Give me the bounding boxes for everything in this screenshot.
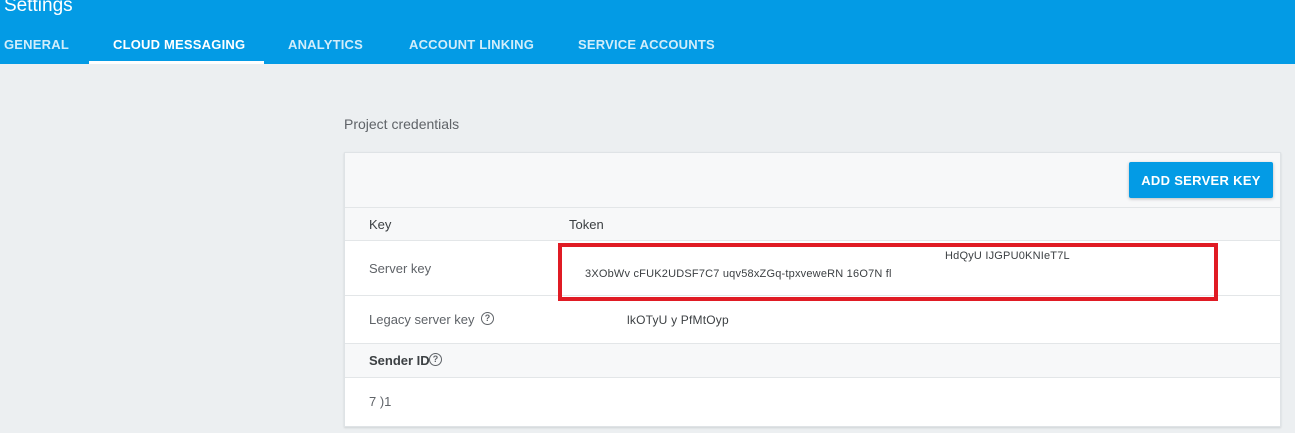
sender-id-header-row: Sender ID ?	[345, 344, 1280, 378]
server-key-token-line-1[interactable]: HdQyU IJGPU0KNIeT7L	[945, 250, 1070, 262]
tab-general[interactable]: GENERAL	[4, 35, 69, 64]
column-header-key: Key	[369, 217, 392, 232]
active-tab-indicator	[89, 61, 264, 64]
tab-service-accounts[interactable]: SERVICE ACCOUNTS	[578, 35, 715, 64]
table-row-server-key: Server key HdQyU IJGPU0KNIeT7L 3XObWv cF…	[345, 241, 1280, 296]
legacy-server-key-label: Legacy server key	[369, 312, 475, 327]
sender-id-label: Sender ID	[369, 353, 430, 368]
tab-account-linking[interactable]: ACCOUNT LINKING	[409, 35, 534, 64]
page-title: Settings	[4, 0, 73, 16]
add-server-key-button[interactable]: ADD SERVER KEY	[1129, 162, 1273, 198]
help-circle-icon[interactable]: ?	[481, 312, 494, 325]
sender-id-value-row: 7 )1	[345, 378, 1280, 426]
table-row-legacy-server-key: Legacy server key ? lkOTyU y PfMtOyp	[345, 296, 1280, 344]
server-key-token-line-2[interactable]: 3XObWv cFUK2UDSF7C7 uqv58xZGq-tpxveweRN …	[585, 268, 892, 280]
sender-id-value[interactable]: 7 )1	[369, 394, 391, 409]
help-circle-icon[interactable]: ?	[429, 353, 442, 366]
tab-cloud-messaging[interactable]: CLOUD MESSAGING	[113, 35, 245, 64]
credentials-card: ADD SERVER KEY Key Token Server key HdQy…	[344, 152, 1281, 427]
top-app-bar: Settings GENERAL CLOUD MESSAGING ANALYTI…	[0, 0, 1295, 64]
server-key-label: Server key	[369, 261, 432, 276]
column-header-token: Token	[569, 217, 604, 232]
legacy-server-key-token[interactable]: lkOTyU y PfMtOyp	[627, 313, 729, 327]
table-header-row: Key Token	[345, 208, 1280, 241]
section-heading-project-credentials: Project credentials	[344, 116, 460, 132]
tab-analytics[interactable]: ANALYTICS	[288, 35, 363, 64]
card-toolbar: ADD SERVER KEY	[345, 153, 1280, 208]
